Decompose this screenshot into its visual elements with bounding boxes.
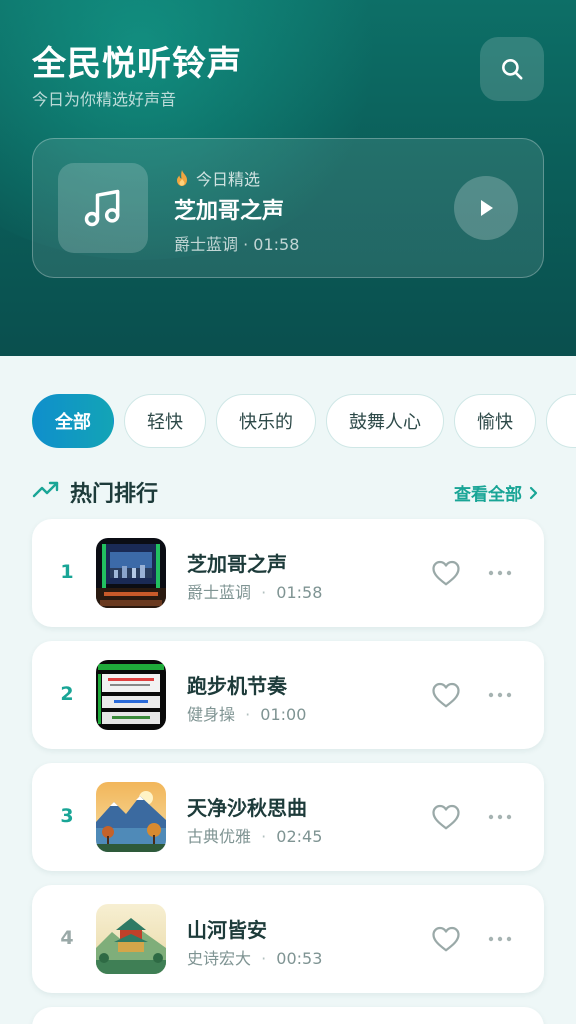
- rank-number: 1: [60, 561, 74, 583]
- list-item[interactable]: 4 山河皆安 史诗宏大 · 00:53: [32, 885, 544, 993]
- song-meta-separator: ·: [261, 583, 267, 602]
- song-genre: 史诗宏大: [187, 949, 252, 968]
- section-title: 热门排行: [70, 482, 159, 507]
- song-genre: 健身操: [187, 705, 236, 724]
- list-item-partial[interactable]: [32, 1007, 544, 1024]
- song-meta-separator: ·: [245, 705, 251, 724]
- song-meta-separator: ·: [261, 827, 267, 846]
- like-button[interactable]: [430, 923, 462, 955]
- category-tabs: 全部 轻快 快乐的 鼓舞人心 愉快: [32, 394, 576, 448]
- tab-all[interactable]: 全部: [32, 394, 114, 448]
- cover-image: [96, 660, 166, 730]
- view-all-label: 查看全部: [454, 485, 522, 505]
- play-icon: [481, 200, 493, 216]
- song-meta-separator: ·: [261, 949, 267, 968]
- cover-image: [96, 538, 166, 608]
- list-item[interactable]: 2 跑步机节奏 健身操 · 01:00: [32, 641, 544, 749]
- more-button[interactable]: [484, 679, 516, 711]
- featured-tag: 今日精选: [174, 166, 260, 190]
- featured-play-button[interactable]: [454, 176, 518, 240]
- featured-card[interactable]: 今日精选 芝加哥之声 爵士蓝调 · 01:58: [32, 138, 544, 278]
- tab-inspiring[interactable]: 鼓舞人心: [326, 394, 444, 448]
- song-title: 天净沙秋思曲: [187, 796, 307, 820]
- featured-meta: 爵士蓝调 · 01:58: [174, 235, 300, 254]
- fire-icon: [177, 170, 187, 186]
- heart-icon: [432, 682, 460, 708]
- more-button[interactable]: [484, 557, 516, 589]
- more-button[interactable]: [484, 801, 516, 833]
- header: 全民悦听铃声 今日为你精选好声音 今日精选 芝加哥之声 爵士蓝调 · 01:58: [0, 0, 576, 356]
- list-item[interactable]: 3 天净沙秋思曲 古典优雅 · 02:45: [32, 763, 544, 871]
- section-header: 热门排行 查看全部: [32, 474, 544, 508]
- song-duration: 00:53: [276, 949, 323, 968]
- app-subtitle: 今日为你精选好声音: [32, 90, 177, 109]
- like-button[interactable]: [430, 557, 462, 589]
- song-duration: 01:00: [260, 705, 307, 724]
- heart-icon: [432, 560, 460, 586]
- featured-art: [58, 163, 148, 253]
- like-button[interactable]: [430, 679, 462, 711]
- rank-number: 4: [60, 927, 74, 949]
- tab-more-partial[interactable]: [546, 394, 576, 448]
- song-duration: 02:45: [276, 827, 323, 846]
- song-meta: 史诗宏大 · 00:53: [187, 945, 322, 969]
- song-meta: 健身操 · 01:00: [187, 701, 306, 725]
- music-note-icon: [84, 189, 120, 227]
- more-horizontal-icon: [488, 936, 512, 942]
- tab-cheerful[interactable]: 愉快: [454, 394, 536, 448]
- song-title: 跑步机节奏: [187, 674, 287, 698]
- rank-number: 3: [60, 805, 74, 827]
- list-item[interactable]: 1 芝加哥之声 爵士蓝调 · 01:58: [32, 519, 544, 627]
- view-all-link[interactable]: 查看全部: [454, 480, 538, 505]
- cover-image: [96, 904, 166, 974]
- app-title: 全民悦听铃声: [32, 44, 242, 84]
- more-horizontal-icon: [488, 570, 512, 576]
- song-meta: 爵士蓝调 · 01:58: [187, 579, 322, 603]
- more-button[interactable]: [484, 923, 516, 955]
- song-meta: 古典优雅 · 02:45: [187, 823, 322, 847]
- cover-image: [96, 782, 166, 852]
- search-button[interactable]: [480, 37, 544, 101]
- song-genre: 古典优雅: [187, 827, 252, 846]
- like-button[interactable]: [430, 801, 462, 833]
- heart-icon: [432, 804, 460, 830]
- featured-tag-label: 今日精选: [196, 170, 261, 189]
- tab-happy[interactable]: 快乐的: [216, 394, 316, 448]
- trending-up-icon: [32, 481, 59, 498]
- search-icon: [502, 59, 523, 80]
- song-title: 芝加哥之声: [187, 552, 287, 576]
- heart-icon: [432, 926, 460, 952]
- song-duration: 01:58: [276, 583, 323, 602]
- tab-light[interactable]: 轻快: [124, 394, 206, 448]
- rank-number: 2: [60, 683, 74, 705]
- more-horizontal-icon: [488, 692, 512, 698]
- more-horizontal-icon: [488, 814, 512, 820]
- chevron-right-icon: [529, 486, 538, 499]
- featured-title: 芝加哥之声: [174, 199, 285, 224]
- song-genre: 爵士蓝调: [187, 583, 252, 602]
- song-title: 山河皆安: [187, 918, 267, 942]
- song-list: 1 芝加哥之声 爵士蓝调 · 01:58 2 跑步机节奏 健身操 · 01:00…: [32, 519, 544, 1024]
